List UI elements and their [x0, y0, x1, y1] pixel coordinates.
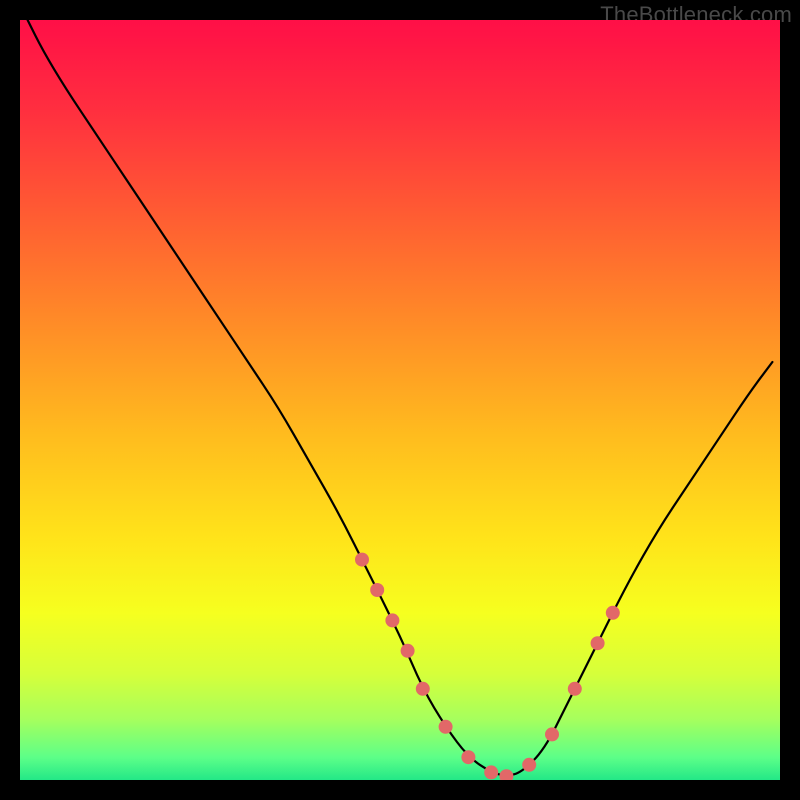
marker-dot: [606, 606, 620, 620]
chart-stage: TheBottleneck.com: [0, 0, 800, 800]
marker-dot: [401, 644, 415, 658]
marker-dot: [484, 765, 498, 779]
marker-dot: [568, 682, 582, 696]
marker-dot: [545, 727, 559, 741]
gradient-background: [20, 20, 780, 780]
marker-dot: [416, 682, 430, 696]
marker-dot: [461, 750, 475, 764]
marker-dot: [591, 636, 605, 650]
marker-dot: [370, 583, 384, 597]
marker-dot: [439, 720, 453, 734]
marker-dot: [522, 758, 536, 772]
bottleneck-plot: [20, 20, 780, 780]
marker-dot: [385, 613, 399, 627]
marker-dot: [355, 553, 369, 567]
